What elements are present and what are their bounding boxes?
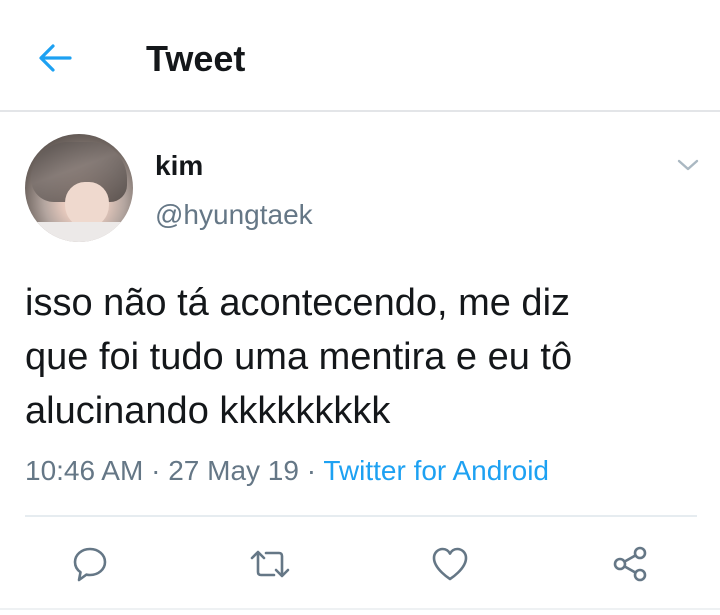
bottom-divider — [0, 608, 720, 610]
avatar[interactable] — [25, 134, 133, 242]
tweet-menu-button[interactable] — [672, 150, 704, 180]
page-title: Tweet — [146, 38, 246, 79]
chevron-down-icon — [677, 159, 699, 171]
author-handle[interactable]: @hyungtaek — [155, 199, 313, 231]
meta-separator: · — [306, 455, 317, 486]
meta-separator: · — [151, 455, 161, 486]
reply-button[interactable] — [64, 538, 116, 590]
share-button[interactable] — [604, 538, 656, 590]
tweet-date: 27 May 19 — [168, 455, 299, 486]
arrow-left-icon — [39, 44, 72, 72]
tweet-meta: 10:46 AM · 27 May 19 · Twitter for Andro… — [25, 454, 705, 488]
share-icon — [613, 546, 647, 582]
tweet-source-link[interactable]: Twitter for Android — [323, 455, 549, 486]
heart-icon — [432, 547, 468, 581]
avatar-shirt — [25, 222, 133, 242]
tweet-time: 10:46 AM — [25, 455, 144, 486]
divider — [25, 515, 697, 517]
top-bar: Tweet — [0, 0, 720, 112]
retweet-button[interactable] — [244, 538, 296, 590]
retweet-icon — [250, 550, 290, 578]
back-button[interactable] — [30, 36, 80, 80]
author-name[interactable]: kim — [155, 150, 203, 182]
tweet-text: isso não tá acontecendo, me diz que foi … — [25, 282, 573, 432]
reply-icon — [73, 547, 107, 582]
like-button[interactable] — [424, 538, 476, 590]
